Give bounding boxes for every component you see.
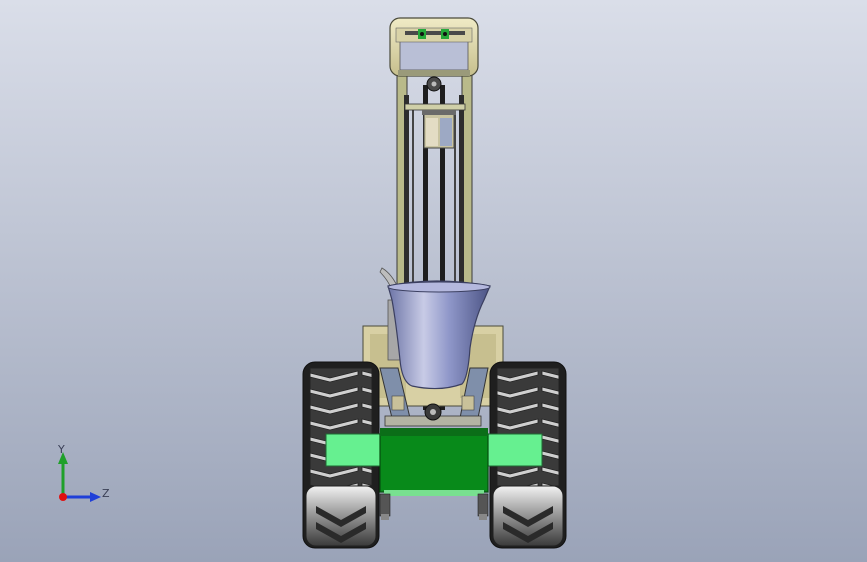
right-fender[interactable]	[485, 433, 543, 467]
z-axis-label: Z	[102, 487, 110, 500]
y-axis-label: Y	[57, 443, 65, 456]
top-motor-housing[interactable]	[389, 17, 479, 77]
cad-viewport[interactable]: Y Z	[0, 0, 867, 562]
viewport-canvas[interactable]: Y Z	[0, 0, 867, 562]
left-fender[interactable]	[325, 433, 383, 467]
x-axis-origin	[59, 493, 67, 501]
